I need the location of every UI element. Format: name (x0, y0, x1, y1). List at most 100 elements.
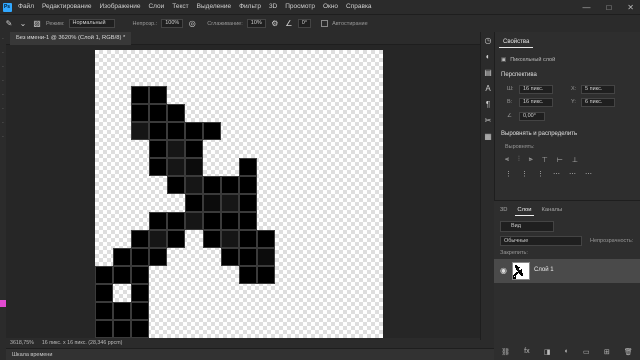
mode-select[interactable]: Нормальный (68, 19, 115, 28)
angle-field[interactable]: 0,00° (519, 112, 545, 121)
canvas-area[interactable] (6, 45, 494, 338)
canvas-pixel (185, 212, 203, 230)
photoshop-logo[interactable]: Ps (0, 0, 14, 14)
height-input[interactable]: 16 пикс. (519, 98, 553, 107)
canvas-pixel (167, 212, 185, 230)
close-button[interactable]: ✕ (627, 3, 634, 12)
align-bottom-icon[interactable]: ⊥ (572, 156, 578, 164)
libraries-icon[interactable]: ▤ (481, 64, 495, 80)
canvas-pixel (167, 104, 185, 122)
tab-layers[interactable]: Слои (515, 205, 534, 216)
distribute-2-icon[interactable]: ⋮ (521, 170, 528, 178)
canvas-pixel (167, 230, 185, 248)
tab-channels[interactable]: Каналы (540, 205, 565, 216)
fx-icon[interactable]: fx (524, 348, 529, 358)
menu-3d[interactable]: 3D (265, 0, 281, 14)
properties-tab[interactable]: Свойства (499, 36, 534, 48)
blend-mode-select[interactable]: Обычные (500, 236, 582, 246)
properties-subheader: ▣ Пиксельный слой (501, 54, 634, 66)
mask-icon[interactable]: ◨ (544, 348, 551, 358)
menu-image[interactable]: Изображение (96, 0, 145, 14)
trash-icon[interactable]: 🗑 (624, 348, 633, 358)
x-input[interactable]: 5 пикс. (581, 85, 615, 94)
layer-name[interactable]: Слой 1 (534, 267, 554, 273)
canvas-pixel (239, 248, 257, 266)
menu-layers[interactable]: Слои (144, 0, 168, 14)
align-left-icon[interactable]: ⫷ (505, 156, 509, 164)
menu-type[interactable]: Текст (168, 0, 192, 14)
menu-edit[interactable]: Редактирование (38, 0, 96, 14)
timeline-panel[interactable]: Шкала времени (6, 348, 494, 360)
distribute-6-icon[interactable]: ⋯ (585, 170, 592, 178)
paragraph-icon[interactable]: ¶ (481, 96, 495, 112)
distribute-1-icon[interactable]: ⋮ (505, 170, 512, 178)
canvas-pixel (131, 302, 149, 320)
menu-file[interactable]: Файл (14, 0, 38, 14)
eye-icon[interactable]: ◉ (500, 266, 507, 275)
layer-filter-select[interactable]: Вид (500, 221, 554, 232)
brush-panel-icon[interactable]: ▨ (32, 19, 42, 29)
menu-select[interactable]: Выделение (193, 0, 235, 14)
align-right-icon[interactable]: ⫸ (529, 156, 533, 164)
gear-icon[interactable]: ⚙ (270, 19, 280, 29)
menu-window[interactable]: Окно (319, 0, 342, 14)
canvas-pixel (131, 86, 149, 104)
thumbnail-pixel (516, 274, 517, 275)
document-tab[interactable]: Без имени-1 @ 3620% (Слой 1, RGB/8) * (10, 32, 132, 45)
link-icon[interactable]: ⛓ (501, 348, 510, 358)
history-icon[interactable]: ◷ (481, 32, 495, 48)
swatches-icon[interactable]: ▦ (481, 128, 495, 144)
canvas-pixel (185, 176, 203, 194)
canvas-pixel (167, 158, 185, 176)
canvas-pixel (167, 122, 185, 140)
align-title[interactable]: Выровнять и распределить (501, 131, 577, 137)
window-controls: — □ ✕ (582, 0, 634, 14)
thumbnail-pixel (522, 275, 523, 276)
minimize-button[interactable]: — (582, 3, 590, 12)
align-top-icon[interactable]: ⊤ (542, 156, 548, 164)
menu-view[interactable]: Просмотр (281, 0, 319, 14)
perspective-title[interactable]: Перспектива (501, 72, 537, 78)
pencil-tool-icon[interactable]: ✎ (4, 19, 14, 29)
canvas-pixel (185, 140, 203, 158)
canvas-pixel (239, 194, 257, 212)
align-vcenter-icon[interactable]: ⊢ (557, 156, 563, 164)
y-input[interactable]: 6 пикс. (581, 98, 615, 107)
document-canvas[interactable] (95, 50, 383, 338)
canvas-pixel (149, 86, 167, 104)
autoerase-checkbox[interactable] (321, 20, 329, 27)
opacity-input[interactable]: 100% (161, 19, 184, 28)
distribute-4-icon[interactable]: ⋯ (553, 170, 560, 178)
width-input[interactable]: 16 пикс. (519, 85, 553, 94)
menu-filter[interactable]: Фильтр (235, 0, 265, 14)
canvas-pixel (221, 212, 239, 230)
tools-icon[interactable]: ✂ (481, 112, 495, 128)
canvas-pixel (131, 248, 149, 266)
thumbnail-pixel (519, 267, 520, 268)
distribute-3-icon[interactable]: ⋮ (537, 170, 544, 178)
brush-preset-icon[interactable]: ⌄ (18, 19, 28, 29)
align-hcenter-icon[interactable]: ⫶ (518, 156, 520, 164)
align-buttons: ⫷ ⫶ ⫸ ⊤ ⊢ ⊥ (505, 156, 578, 164)
folder-icon[interactable]: ▭ (583, 348, 590, 358)
x-label: X: (571, 86, 577, 92)
canvas-pixel (95, 266, 113, 284)
adjustment-icon[interactable]: ◐ (565, 348, 569, 358)
layer-row[interactable]: ◉ Слой 1 (494, 259, 640, 283)
pressure-opacity-icon[interactable]: ◎ (187, 19, 197, 29)
thumbnail-pixel (517, 273, 518, 274)
canvas-pixel (167, 176, 185, 194)
tab-3d[interactable]: 3D (498, 205, 509, 216)
new-layer-icon[interactable]: ⊞ (604, 348, 610, 358)
menu-help[interactable]: Справка (342, 0, 376, 14)
distribute-5-icon[interactable]: ⋯ (569, 170, 576, 178)
canvas-pixel (257, 266, 275, 284)
canvas-pixel (149, 104, 167, 122)
adjustments-icon[interactable]: ◐ (481, 48, 495, 64)
smoothing-input[interactable]: 10% (246, 19, 266, 28)
canvas-pixel (239, 158, 257, 176)
zoom-level[interactable]: 3618,75% (10, 340, 34, 346)
character-icon[interactable]: A (481, 80, 495, 96)
angle-input[interactable]: 0° (297, 19, 312, 28)
maximize-button[interactable]: □ (606, 3, 611, 12)
